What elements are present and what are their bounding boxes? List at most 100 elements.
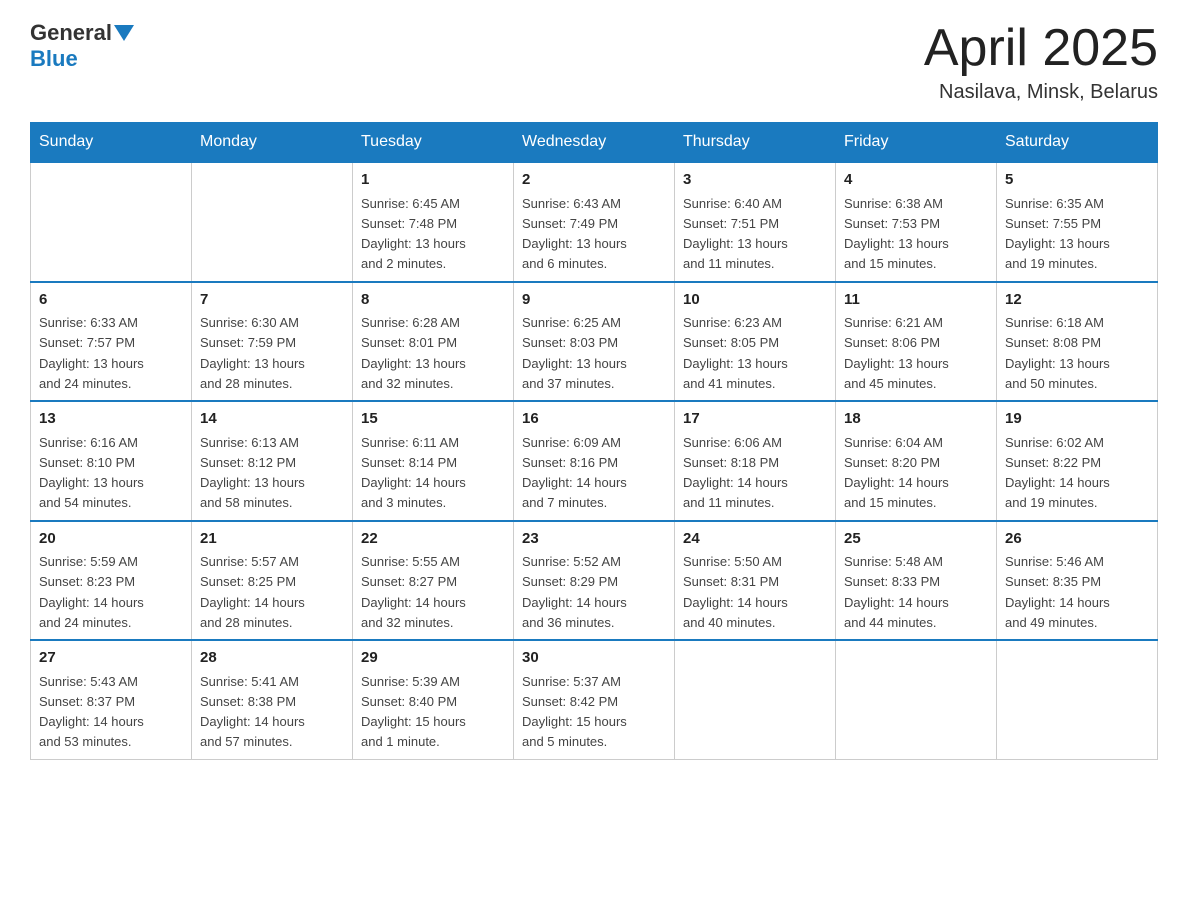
calendar-day-cell [836, 640, 997, 759]
day-number: 17 [683, 408, 827, 431]
day-of-week-header: Tuesday [353, 123, 514, 163]
calendar-week-row: 13 Sunrise: 6:16 AM Sunset: 8:10 PM Dayli… [31, 401, 1158, 521]
day-number: 4 [844, 169, 988, 192]
day-number: 1 [361, 169, 505, 192]
day-of-week-header: Wednesday [514, 123, 675, 163]
day-info-text: Sunrise: 6:16 AM Sunset: 8:10 PM Dayligh… [39, 435, 144, 511]
calendar-day-cell: 28Sunrise: 5:41 AM Sunset: 8:38 PM Dayli… [192, 640, 353, 759]
day-info-text: Sunrise: 6:45 AM Sunset: 7:48 PM Dayligh… [361, 196, 466, 272]
calendar-day-cell: 9 Sunrise: 6:25 AM Sunset: 8:03 PM Daylig… [514, 282, 675, 402]
day-info-text: Sunrise: 5:59 AM Sunset: 8:23 PM Dayligh… [39, 554, 144, 630]
calendar-day-cell [675, 640, 836, 759]
day-info-text: Sunrise: 5:55 AM Sunset: 8:27 PM Dayligh… [361, 554, 466, 630]
day-number: 20 [39, 528, 183, 551]
calendar-day-cell: 29Sunrise: 5:39 AM Sunset: 8:40 PM Dayli… [353, 640, 514, 759]
day-number: 24 [683, 528, 827, 551]
day-info-text: Sunrise: 6:13 AM Sunset: 8:12 PM Dayligh… [200, 435, 305, 511]
day-number: 6 [39, 289, 183, 312]
day-info-text: Sunrise: 5:52 AM Sunset: 8:29 PM Dayligh… [522, 554, 627, 630]
calendar-day-cell: 24 Sunrise: 5:50 AM Sunset: 8:31 PM Dayli… [675, 521, 836, 641]
calendar-day-cell [192, 162, 353, 282]
calendar-header-row: SundayMondayTuesdayWednesdayThursdayFrid… [31, 123, 1158, 163]
calendar-day-cell: 11 Sunrise: 6:21 AM Sunset: 8:06 PM Dayli… [836, 282, 997, 402]
calendar-day-cell: 5 Sunrise: 6:35 AM Sunset: 7:55 PM Daylig… [997, 162, 1158, 282]
calendar-day-cell: 26 Sunrise: 5:46 AM Sunset: 8:35 PM Dayli… [997, 521, 1158, 641]
calendar-week-row: 20 Sunrise: 5:59 AM Sunset: 8:23 PM Dayli… [31, 521, 1158, 641]
day-number: 30 [522, 647, 666, 670]
day-number: 11 [844, 289, 988, 312]
day-info-text: Sunrise: 6:21 AM Sunset: 8:06 PM Dayligh… [844, 315, 949, 391]
calendar-day-cell: 8 Sunrise: 6:28 AM Sunset: 8:01 PM Daylig… [353, 282, 514, 402]
calendar-day-cell: 16 Sunrise: 6:09 AM Sunset: 8:16 PM Dayli… [514, 401, 675, 521]
day-info-text: Sunrise: 6:04 AM Sunset: 8:20 PM Dayligh… [844, 435, 949, 511]
day-info-text: Sunrise: 6:33 AM Sunset: 7:57 PM Dayligh… [39, 315, 144, 391]
day-number: 10 [683, 289, 827, 312]
calendar-week-row: 1 Sunrise: 6:45 AM Sunset: 7:48 PM Daylig… [31, 162, 1158, 282]
day-number: 9 [522, 289, 666, 312]
day-number: 13 [39, 408, 183, 431]
calendar-week-row: 27 Sunrise: 5:43 AM Sunset: 8:37 PM Dayli… [31, 640, 1158, 759]
calendar-day-cell: 4 Sunrise: 6:38 AM Sunset: 7:53 PM Daylig… [836, 162, 997, 282]
calendar-day-cell: 27 Sunrise: 5:43 AM Sunset: 8:37 PM Dayli… [31, 640, 192, 759]
day-number: 3 [683, 169, 827, 192]
day-info-text: Sunrise: 6:35 AM Sunset: 7:55 PM Dayligh… [1005, 196, 1110, 272]
logo-blue-text: Blue [30, 46, 78, 72]
day-number: 22 [361, 528, 505, 551]
calendar-table: SundayMondayTuesdayWednesdayThursdayFrid… [30, 122, 1158, 760]
day-info-text: Sunrise: 6:28 AM Sunset: 8:01 PM Dayligh… [361, 315, 466, 391]
day-info-text: Sunrise: 5:46 AM Sunset: 8:35 PM Dayligh… [1005, 554, 1110, 630]
calendar-day-cell: 23Sunrise: 5:52 AM Sunset: 8:29 PM Dayli… [514, 521, 675, 641]
calendar-day-cell: 17 Sunrise: 6:06 AM Sunset: 8:18 PM Dayli… [675, 401, 836, 521]
calendar-week-row: 6 Sunrise: 6:33 AM Sunset: 7:57 PM Daylig… [31, 282, 1158, 402]
day-number: 14 [200, 408, 344, 431]
day-info-text: Sunrise: 5:41 AM Sunset: 8:38 PM Dayligh… [200, 674, 305, 750]
day-info-text: Sunrise: 6:09 AM Sunset: 8:16 PM Dayligh… [522, 435, 627, 511]
day-of-week-header: Monday [192, 123, 353, 163]
calendar-day-cell: 3 Sunrise: 6:40 AM Sunset: 7:51 PM Daylig… [675, 162, 836, 282]
day-info-text: Sunrise: 5:37 AM Sunset: 8:42 PM Dayligh… [522, 674, 627, 750]
day-info-text: Sunrise: 6:30 AM Sunset: 7:59 PM Dayligh… [200, 315, 305, 391]
day-number: 7 [200, 289, 344, 312]
day-number: 15 [361, 408, 505, 431]
logo-general-text: General [30, 20, 112, 46]
calendar-day-cell: 13 Sunrise: 6:16 AM Sunset: 8:10 PM Dayli… [31, 401, 192, 521]
logo-triangle-icon [114, 25, 134, 41]
calendar-day-cell: 25Sunrise: 5:48 AM Sunset: 8:33 PM Dayli… [836, 521, 997, 641]
day-of-week-header: Saturday [997, 123, 1158, 163]
calendar-day-cell: 10Sunrise: 6:23 AM Sunset: 8:05 PM Dayli… [675, 282, 836, 402]
calendar-day-cell: 1 Sunrise: 6:45 AM Sunset: 7:48 PM Daylig… [353, 162, 514, 282]
calendar-day-cell: 22 Sunrise: 5:55 AM Sunset: 8:27 PM Dayli… [353, 521, 514, 641]
page-header: General Blue April 2025 Nasilava, Minsk,… [30, 20, 1158, 104]
calendar-day-cell: 21 Sunrise: 5:57 AM Sunset: 8:25 PM Dayli… [192, 521, 353, 641]
day-info-text: Sunrise: 5:57 AM Sunset: 8:25 PM Dayligh… [200, 554, 305, 630]
day-of-week-header: Thursday [675, 123, 836, 163]
calendar-day-cell: 6 Sunrise: 6:33 AM Sunset: 7:57 PM Daylig… [31, 282, 192, 402]
day-info-text: Sunrise: 6:40 AM Sunset: 7:51 PM Dayligh… [683, 196, 788, 272]
calendar-day-cell: 12Sunrise: 6:18 AM Sunset: 8:08 PM Dayli… [997, 282, 1158, 402]
day-info-text: Sunrise: 6:11 AM Sunset: 8:14 PM Dayligh… [361, 435, 466, 511]
calendar-day-cell [31, 162, 192, 282]
day-info-text: Sunrise: 6:02 AM Sunset: 8:22 PM Dayligh… [1005, 435, 1110, 511]
day-info-text: Sunrise: 6:43 AM Sunset: 7:49 PM Dayligh… [522, 196, 627, 272]
month-title: April 2025 [924, 20, 1158, 77]
day-info-text: Sunrise: 5:50 AM Sunset: 8:31 PM Dayligh… [683, 554, 788, 630]
day-info-text: Sunrise: 6:06 AM Sunset: 8:18 PM Dayligh… [683, 435, 788, 511]
day-number: 19 [1005, 408, 1149, 431]
day-info-text: Sunrise: 6:18 AM Sunset: 8:08 PM Dayligh… [1005, 315, 1110, 391]
day-number: 27 [39, 647, 183, 670]
day-number: 2 [522, 169, 666, 192]
calendar-day-cell: 18 Sunrise: 6:04 AM Sunset: 8:20 PM Dayli… [836, 401, 997, 521]
day-info-text: Sunrise: 5:43 AM Sunset: 8:37 PM Dayligh… [39, 674, 144, 750]
day-number: 21 [200, 528, 344, 551]
day-number: 16 [522, 408, 666, 431]
calendar-day-cell [997, 640, 1158, 759]
day-info-text: Sunrise: 6:38 AM Sunset: 7:53 PM Dayligh… [844, 196, 949, 272]
day-number: 5 [1005, 169, 1149, 192]
day-of-week-header: Sunday [31, 123, 192, 163]
calendar-day-cell: 14 Sunrise: 6:13 AM Sunset: 8:12 PM Dayli… [192, 401, 353, 521]
day-number: 18 [844, 408, 988, 431]
day-number: 8 [361, 289, 505, 312]
calendar-day-cell: 20 Sunrise: 5:59 AM Sunset: 8:23 PM Dayli… [31, 521, 192, 641]
day-number: 26 [1005, 528, 1149, 551]
day-info-text: Sunrise: 6:25 AM Sunset: 8:03 PM Dayligh… [522, 315, 627, 391]
